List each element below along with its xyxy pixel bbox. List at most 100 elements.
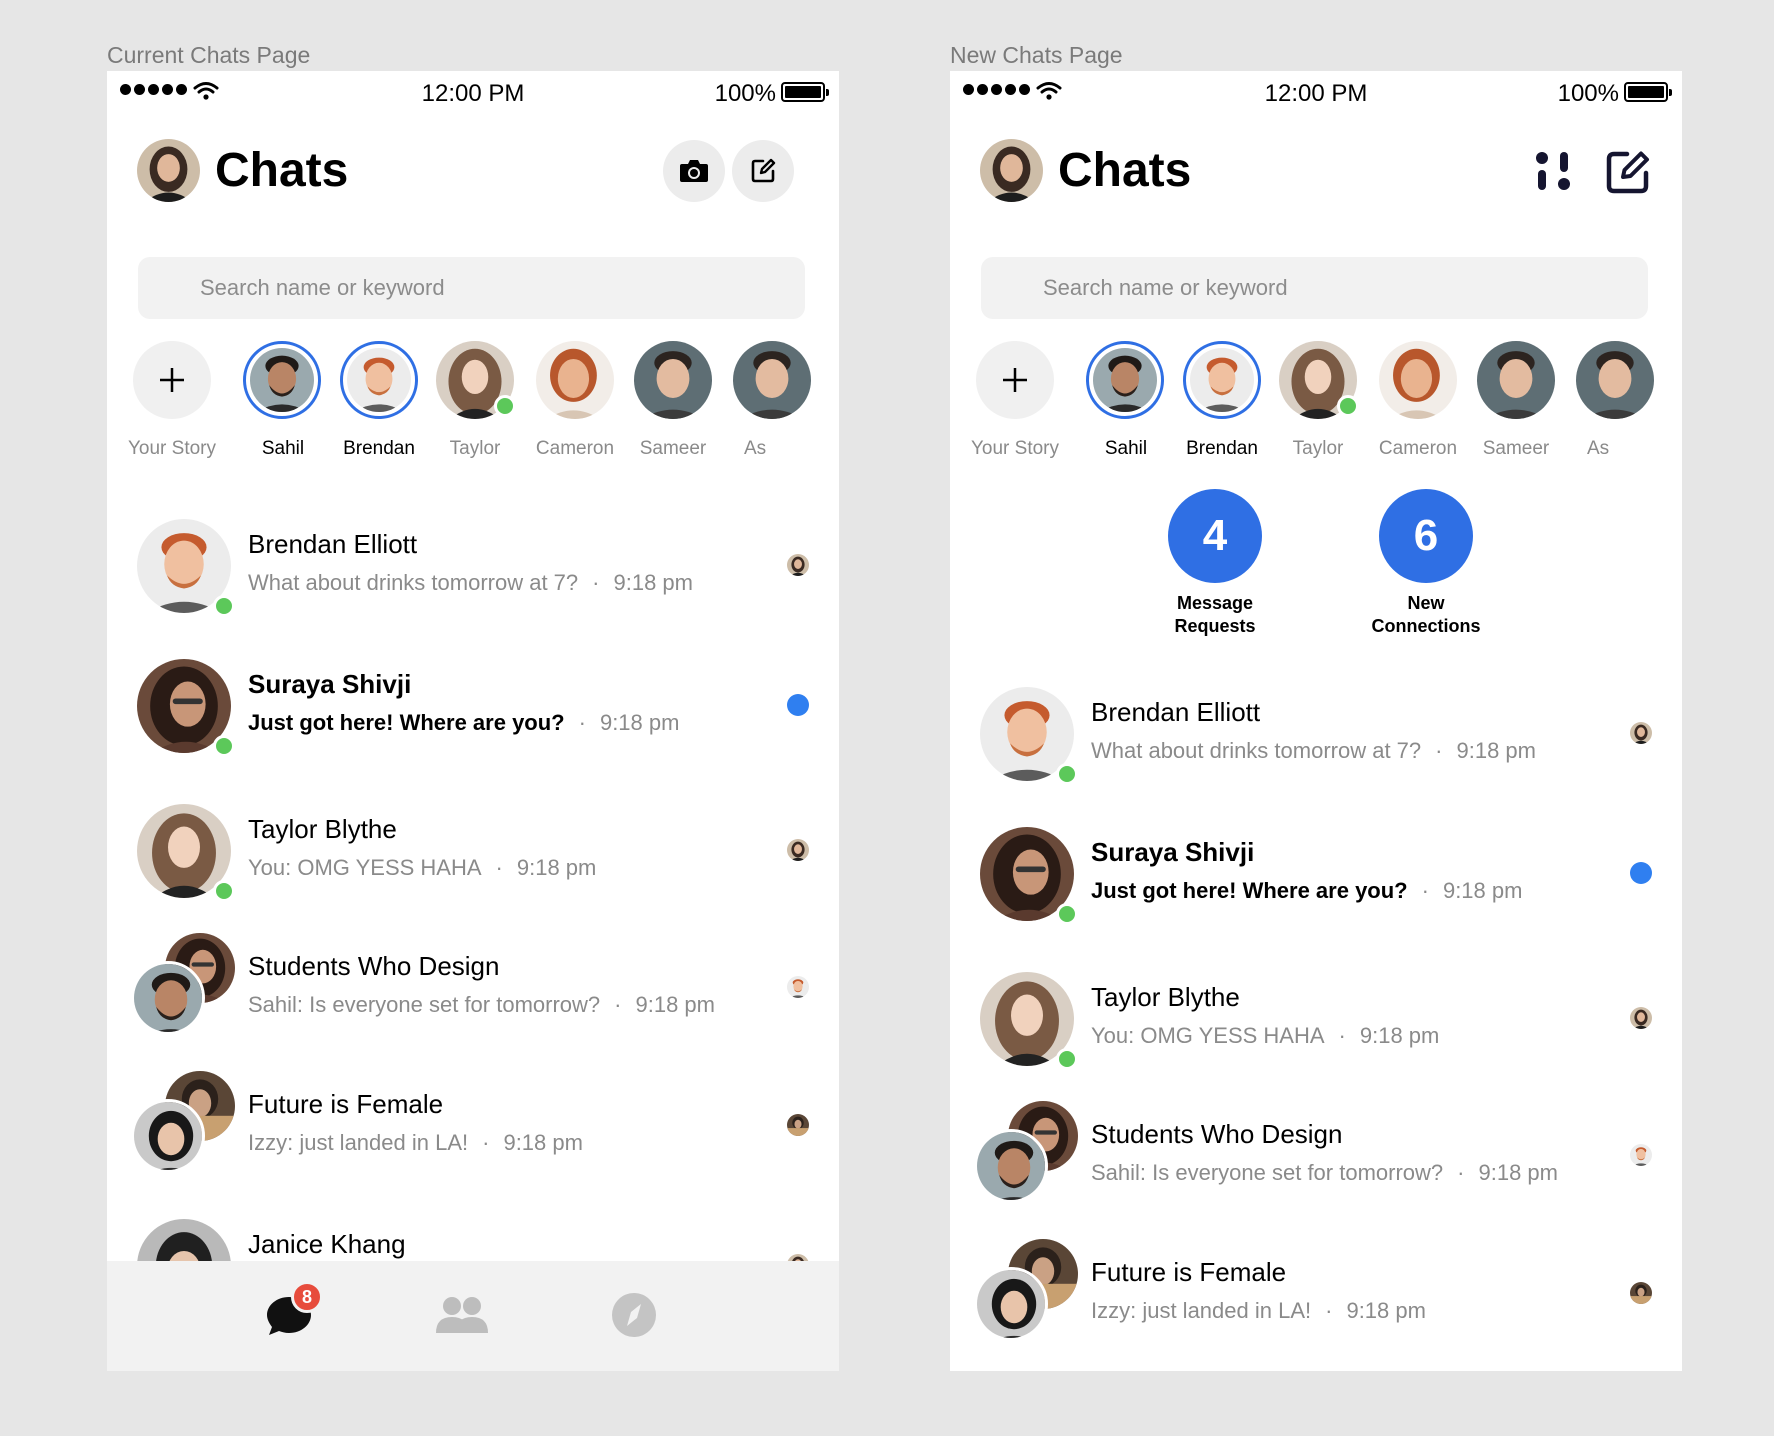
seen-avatar bbox=[1630, 1007, 1652, 1029]
avatar bbox=[1379, 341, 1457, 419]
nav-people[interactable] bbox=[432, 1285, 492, 1345]
chat-row-taylor[interactable]: Taylor Blythe You: OMG YESS HAHA · 9:18 pm bbox=[950, 964, 1682, 1074]
chat-name: Brendan Elliott bbox=[248, 529, 418, 559]
bottom-nav: 8 bbox=[107, 1261, 839, 1371]
search-input[interactable] bbox=[981, 257, 1648, 319]
chat-time: 9:18 pm bbox=[503, 1130, 583, 1155]
chat-row-brendan[interactable]: Brendan Elliott What about drinks tomorr… bbox=[107, 511, 839, 621]
avatar bbox=[1190, 348, 1254, 412]
online-indicator bbox=[213, 880, 235, 902]
filter-icon bbox=[1536, 152, 1570, 190]
chat-time: 9:18 pm bbox=[1359, 1023, 1440, 1048]
separator: · bbox=[1457, 1160, 1465, 1185]
battery-percent: 100% bbox=[714, 80, 776, 107]
seen-avatar bbox=[787, 839, 809, 861]
group-avatar-front bbox=[974, 1267, 1048, 1341]
new-connections-count: 6 bbox=[1379, 489, 1473, 583]
chat-time: 9:18 pm bbox=[1478, 1160, 1558, 1185]
chat-message: What about drinks tomorrow at 7? bbox=[248, 570, 579, 595]
chat-name: Future is Female bbox=[1091, 1257, 1287, 1287]
chat-row-suraya[interactable]: Suraya Shivji Just got here! Where are y… bbox=[950, 819, 1682, 929]
unread-count-badge: 8 bbox=[291, 1281, 323, 1313]
chat-name: Future is Female bbox=[248, 1089, 444, 1119]
story-label: Taylor bbox=[449, 438, 501, 459]
chat-message: Izzy: just landed in LA! bbox=[1091, 1298, 1312, 1323]
separator: · bbox=[592, 570, 600, 595]
chat-name: Suraya Shivji bbox=[1091, 837, 1255, 867]
story-label: As bbox=[1587, 438, 1610, 459]
plus-icon bbox=[160, 368, 184, 392]
chat-row-future-is-female[interactable]: Future is Female Izzy: just landed in LA… bbox=[950, 1239, 1682, 1349]
separator: · bbox=[614, 992, 622, 1017]
avatar bbox=[347, 348, 411, 412]
chat-message: Sahil: Is everyone set for tomorrow? bbox=[1091, 1160, 1444, 1185]
chat-row-brendan[interactable]: Brendan Elliott What about drinks tomorr… bbox=[950, 679, 1682, 789]
compose-icon bbox=[751, 158, 776, 183]
seen-avatar bbox=[787, 976, 809, 998]
online-indicator bbox=[1056, 763, 1078, 785]
story-label: As bbox=[744, 438, 767, 459]
compose-icon bbox=[1606, 151, 1649, 194]
people-icon bbox=[436, 1297, 488, 1333]
online-indicator bbox=[213, 595, 235, 617]
separator: · bbox=[482, 1130, 490, 1155]
chat-message: You: OMG YESS HAHA bbox=[1091, 1023, 1325, 1048]
seen-avatar bbox=[1630, 722, 1652, 744]
chat-name: Taylor Blythe bbox=[248, 814, 397, 844]
new-connections-label-1: New bbox=[1407, 593, 1445, 613]
chat-row-students-who-design[interactable]: Students Who Design Sahil: Is everyone s… bbox=[950, 1101, 1682, 1211]
chat-time: 9:18 pm bbox=[1442, 878, 1523, 903]
message-requests-counter[interactable]: 4 Message Requests bbox=[1105, 489, 1325, 638]
story-label: Your Story bbox=[970, 438, 1059, 459]
chat-row-taylor[interactable]: Taylor Blythe You: OMG YESS HAHA · 9:18 pm bbox=[107, 796, 839, 906]
separator: · bbox=[1325, 1298, 1333, 1323]
nav-discover[interactable] bbox=[604, 1285, 664, 1345]
search-input[interactable] bbox=[138, 257, 805, 319]
camera-icon bbox=[680, 160, 708, 182]
avatar bbox=[1477, 341, 1555, 419]
chat-row-future-is-female[interactable]: Future is Female Izzy: just landed in LA… bbox=[107, 1071, 839, 1181]
battery-icon bbox=[1624, 82, 1672, 102]
battery-percent: 100% bbox=[1557, 80, 1619, 107]
separator: · bbox=[1421, 878, 1429, 903]
seen-avatar bbox=[1630, 1282, 1652, 1304]
chat-message: Just got here! Where are you? bbox=[248, 710, 565, 735]
chat-time: 9:18 pm bbox=[516, 855, 597, 880]
online-indicator bbox=[1337, 395, 1359, 417]
unread-indicator bbox=[787, 694, 809, 716]
chat-row-suraya[interactable]: Suraya Shivji Just got here! Where are y… bbox=[107, 651, 839, 761]
online-indicator bbox=[1056, 903, 1078, 925]
story-label: Sameer bbox=[639, 438, 707, 459]
chat-time: 9:18 pm bbox=[1456, 738, 1536, 763]
label-new-chats: New Chats Page bbox=[950, 42, 1123, 68]
profile-avatar[interactable] bbox=[980, 139, 1043, 202]
battery-icon bbox=[781, 82, 829, 102]
new-connections-label-2: Connections bbox=[1371, 616, 1481, 636]
chat-message: Just got here! Where are you? bbox=[1091, 878, 1408, 903]
profile-avatar[interactable] bbox=[137, 139, 200, 202]
nav-chats[interactable]: 8 bbox=[259, 1281, 323, 1345]
story-label: Brendan bbox=[1186, 438, 1258, 459]
chat-row-students-who-design[interactable]: Students Who Design Sahil: Is everyone s… bbox=[107, 933, 839, 1043]
group-avatar-front bbox=[974, 1129, 1048, 1203]
compose-button[interactable] bbox=[1600, 144, 1656, 200]
page-title: Chats bbox=[215, 144, 349, 197]
avatar bbox=[536, 341, 614, 419]
story-label: Cameron bbox=[535, 438, 615, 459]
message-requests-label-2: Requests bbox=[1174, 616, 1256, 636]
separator: · bbox=[578, 710, 586, 735]
seen-avatar bbox=[787, 554, 809, 576]
chat-name: Janice Khang bbox=[248, 1229, 406, 1259]
message-requests-label-1: Message bbox=[1176, 593, 1254, 613]
seen-avatar bbox=[787, 1114, 809, 1136]
avatar bbox=[1576, 341, 1654, 419]
compose-button[interactable] bbox=[732, 140, 794, 202]
camera-button[interactable] bbox=[663, 140, 725, 202]
story-label: Cameron bbox=[1378, 438, 1458, 459]
page-title: Chats bbox=[1058, 144, 1192, 197]
new-connections-counter[interactable]: 6 New Connections bbox=[1316, 489, 1536, 638]
label-current-chats: Current Chats Page bbox=[107, 42, 311, 68]
phone-new: 12:00 PM 100% Chats Your Story Sahil Bre… bbox=[950, 71, 1682, 1371]
group-avatar-front bbox=[131, 961, 205, 1035]
filter-button[interactable] bbox=[1526, 144, 1582, 200]
